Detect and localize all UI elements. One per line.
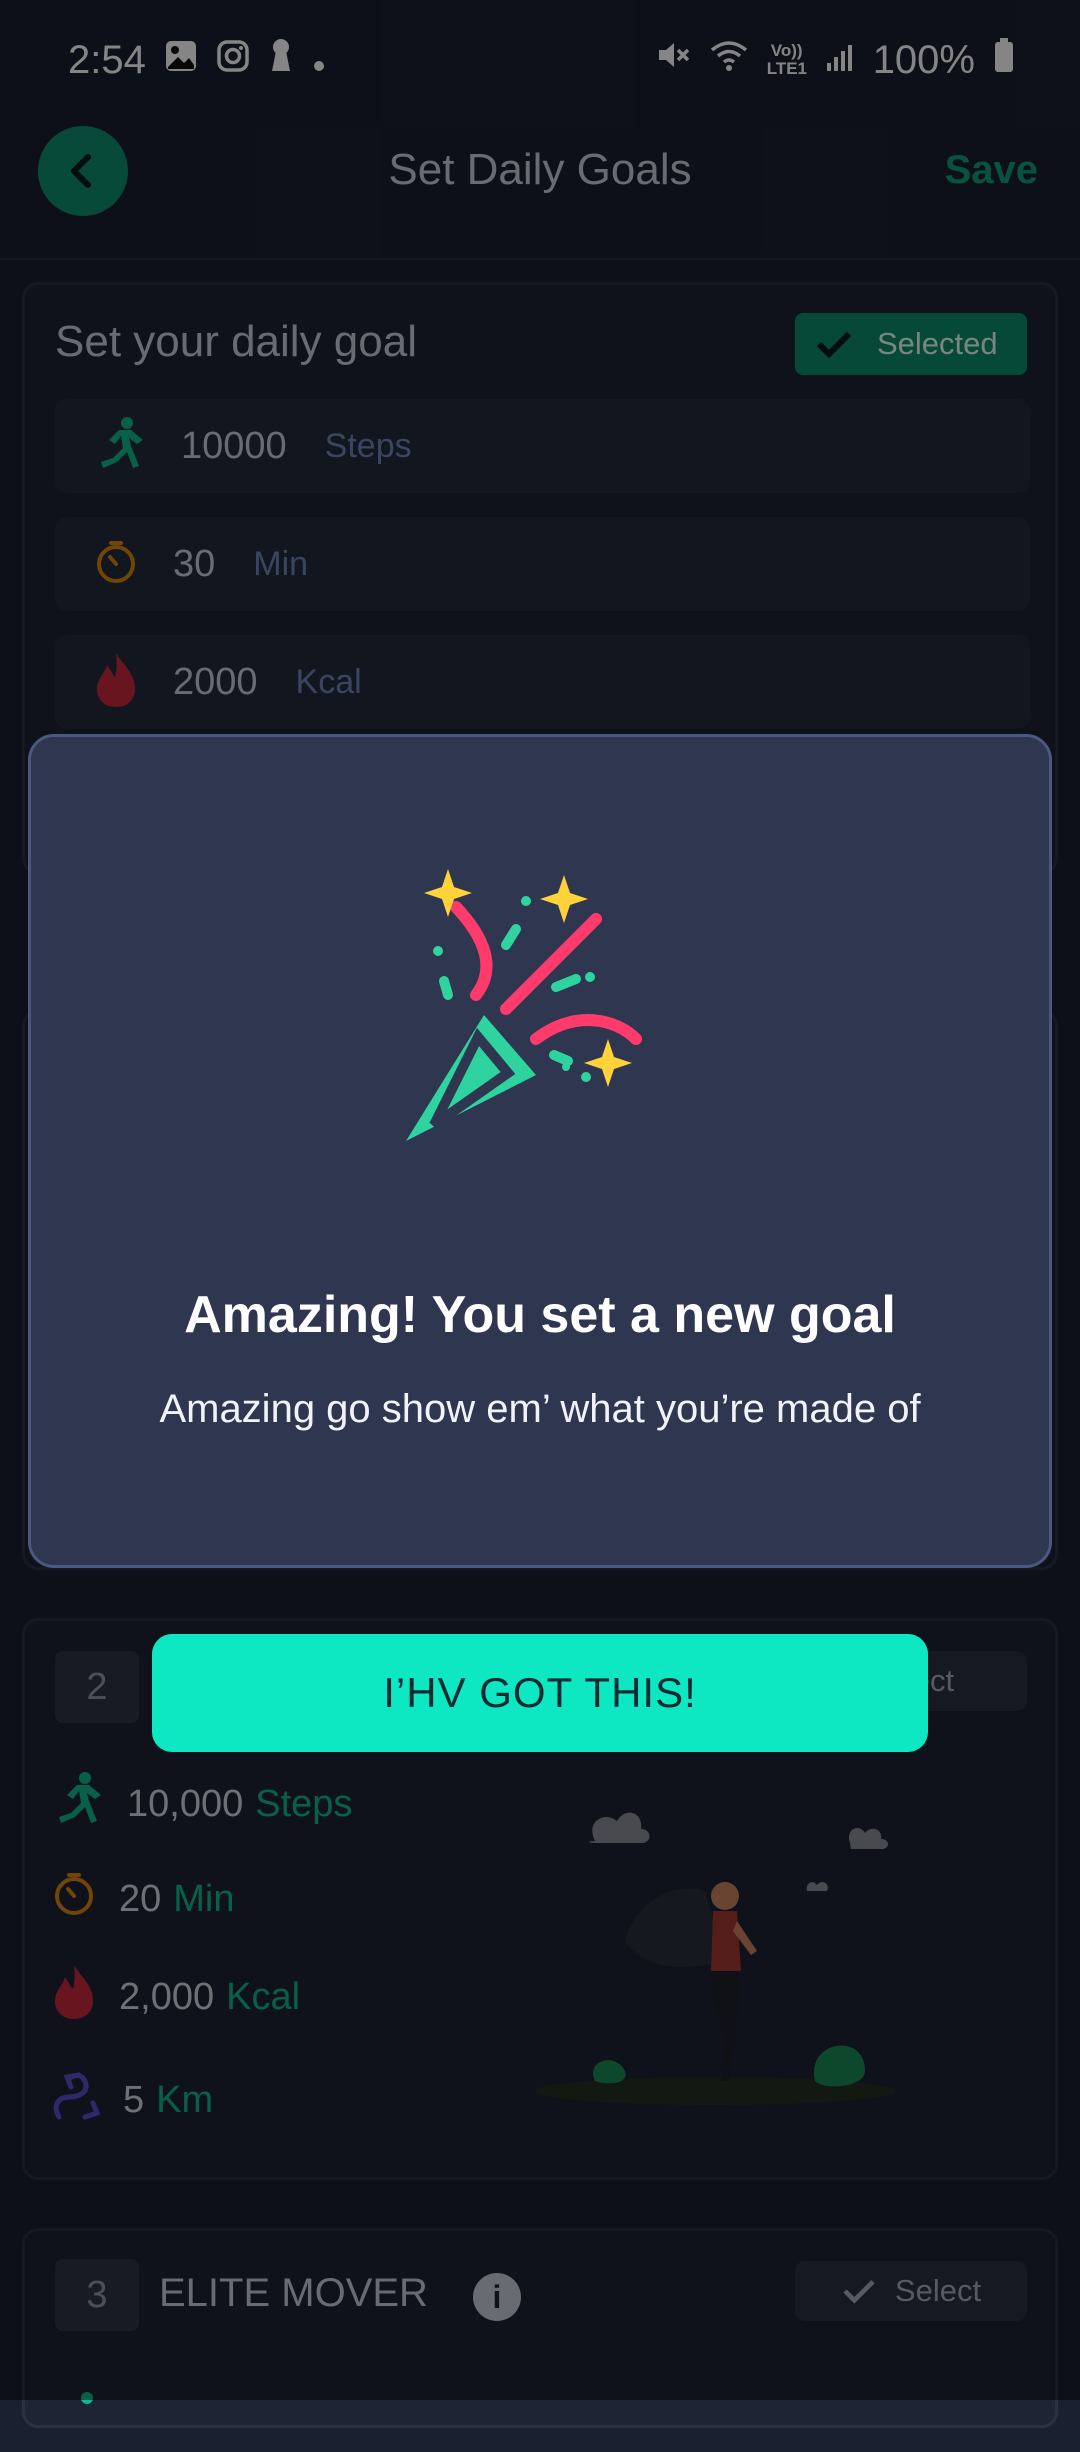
confirm-button[interactable]: I’HV GOT THIS! (152, 1634, 928, 1752)
goal-set-dialog: Amazing! You set a new goal Amazing go s… (28, 734, 1052, 1568)
party-popper-icon (386, 859, 726, 1164)
dialog-title: Amazing! You set a new goal (184, 1286, 896, 1344)
running-icon (53, 2391, 107, 2452)
dialog-message: Amazing go show em’ what you’re made of (159, 1387, 921, 1431)
